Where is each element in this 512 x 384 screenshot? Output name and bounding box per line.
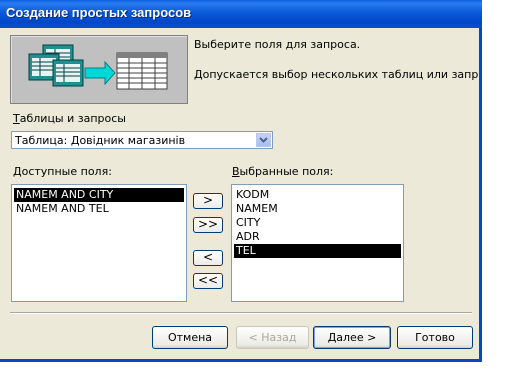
list-item[interactable]: TEL — [234, 244, 401, 258]
selected-fields-label: Выбранные поля: — [232, 165, 334, 178]
available-fields-label: Доступные поля: — [13, 165, 112, 178]
available-fields-list[interactable]: NAMEM AND CITY NAMEM AND TEL — [11, 184, 187, 302]
remove-field-button[interactable]: < — [193, 250, 223, 266]
tables-queries-combo[interactable]: Таблица: Довідник магазинів — [11, 131, 273, 149]
window-border — [479, 28, 482, 362]
tables-queries-label: Таблицы и запросы — [13, 112, 126, 125]
list-item[interactable]: ADR — [234, 230, 401, 244]
window-border — [0, 359, 482, 362]
hint-text: Допускается выбор нескольких таблиц или … — [194, 68, 482, 81]
next-button[interactable]: Далее > — [313, 326, 391, 349]
back-button[interactable]: < Назад — [236, 326, 309, 349]
footer-divider — [10, 312, 472, 314]
add-all-fields-button[interactable]: >> — [193, 217, 223, 233]
list-item[interactable]: NAMEM AND CITY — [14, 188, 184, 202]
list-item[interactable]: NAMEM AND TEL — [14, 202, 184, 216]
list-item[interactable]: KODM — [234, 188, 401, 202]
window-title: Создание простых запросов — [6, 5, 192, 20]
wizard-dialog: Создание простых запросов Выберите поля … — [0, 0, 482, 362]
cancel-button[interactable]: Отмена — [152, 326, 228, 349]
selected-fields-list[interactable]: KODM NAMEM CITY ADR TEL — [231, 184, 404, 302]
remove-all-fields-button[interactable]: << — [193, 273, 223, 289]
list-item[interactable]: NAMEM — [234, 202, 401, 216]
chevron-down-icon — [259, 137, 268, 143]
add-field-button[interactable]: > — [193, 193, 223, 209]
title-bar[interactable]: Создание простых запросов — [0, 0, 482, 28]
finish-button[interactable]: Готово — [397, 326, 473, 349]
list-item[interactable]: CITY — [234, 216, 401, 230]
dropdown-button[interactable] — [256, 133, 271, 147]
combo-value: Таблица: Довідник магазинів — [15, 134, 186, 147]
wizard-illustration — [10, 35, 188, 104]
instruction-text: Выберите поля для запроса. — [194, 38, 361, 51]
